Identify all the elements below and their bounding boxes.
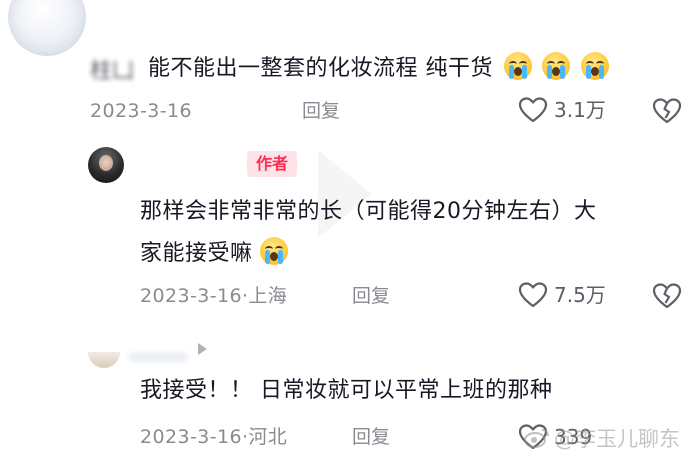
dislike-button[interactable] [652,282,682,310]
reply-location: 上海 [248,285,288,307]
comment-text: 能不能出一整套的化妆流程 纯干货 [148,52,609,85]
reply-text-line-2-body: 家能接受嘛 [140,241,253,266]
reply-date: 2023-3-16 [140,285,242,307]
like-count: 3.1万 [554,98,606,122]
loudly-crying-face-icon [503,52,532,80]
reply-button[interactable]: 回复 [302,99,340,123]
comment-date: 2023-3-16 [90,100,192,122]
reply-meta: 2023-3-16·河北 [140,426,288,448]
like-button[interactable]: 3.1万 [518,96,606,124]
broken-heart-icon [652,282,682,310]
watermark-text: @李玉儿聊东 [554,427,680,451]
reply-text: 我接受！！ 日常妆就可以平常上班的那种 [140,378,553,403]
reply-button[interactable]: 回复 [352,284,390,308]
commenter-name-fragment: 柱凵 [90,59,135,84]
commenter-avatar[interactable] [8,0,86,56]
heart-outline-icon [518,281,548,309]
like-button[interactable]: 7.5万 [518,281,606,309]
loudly-crying-face-icon [260,237,289,265]
replier-name-blur [128,352,188,362]
author-avatar[interactable] [88,147,124,183]
like-count: 7.5万 [554,283,606,307]
reply-arrow-icon [198,343,207,355]
loudly-crying-face-icon [542,52,570,80]
reply-button[interactable]: 回复 [352,425,390,449]
broken-heart-icon [652,97,682,125]
comment-body: 能不能出一整套的化妆流程 纯干货 [148,56,493,81]
reply-location: 河北 [248,426,288,448]
reply-date: 2023-3-16 [140,426,242,448]
replier-avatar[interactable] [88,352,120,368]
dislike-button[interactable] [652,97,682,125]
reply-meta: 2023-3-16·上海 [140,285,288,307]
reply-text-line-2: 家能接受嘛 [140,237,289,270]
reply-text-line-1: 那样会非常非常的长（可能得20分钟左右）大 [140,199,597,224]
author-badge: 作者 [247,151,297,177]
loudly-crying-face-icon [580,52,609,80]
watermark: @李玉儿聊东 [524,422,680,454]
weibo-logo-icon [524,427,550,449]
heart-outline-icon [518,96,548,124]
